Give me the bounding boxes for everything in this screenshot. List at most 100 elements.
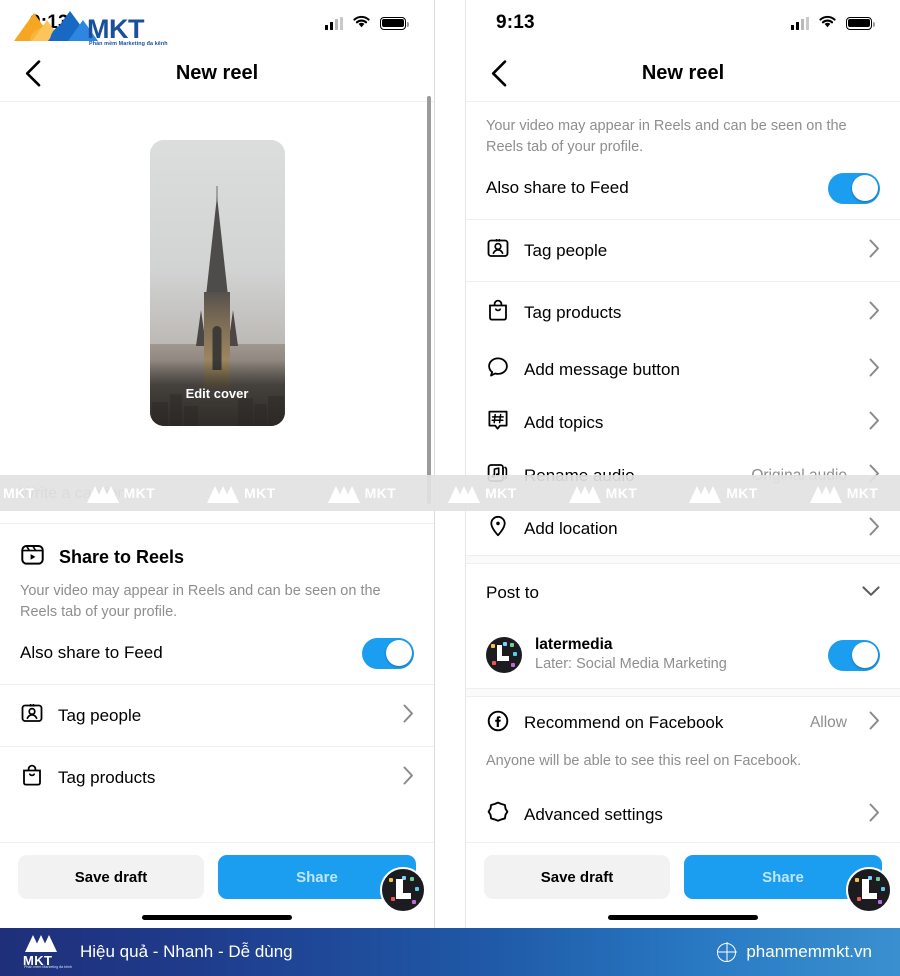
wifi-icon <box>352 14 371 33</box>
home-indicator <box>142 915 292 920</box>
hashtag-icon <box>486 408 510 437</box>
account-row-latermedia[interactable]: latermedia Later: Social Media Marketing <box>466 622 900 688</box>
panel-divider <box>434 0 466 928</box>
tag-products-icon <box>486 298 510 327</box>
list-item-rename-audio[interactable]: Rename audio Original audio <box>466 449 900 502</box>
status-time: 9:13 <box>496 12 535 33</box>
page-title: New reel <box>641 62 725 84</box>
brand-footer-right[interactable]: phanmemmkt.vn <box>717 942 872 962</box>
video-thumbnail[interactable]: Edit cover <box>149 140 285 426</box>
chevron-left-icon <box>25 60 41 87</box>
status-icons <box>325 14 409 33</box>
list-item-tag-people[interactable]: Tag people <box>466 219 900 281</box>
status-icons <box>791 14 875 33</box>
battery-icon <box>846 16 875 30</box>
list-item-label: Add location <box>524 518 618 538</box>
list-item-recommend-on-facebook[interactable]: Recommend on Facebook Allow <box>466 697 900 749</box>
list-item-label: Tag products <box>58 767 156 787</box>
list-item-value: Original audio <box>751 466 847 484</box>
share-button-label: Share <box>296 868 338 886</box>
left-action-bar: Save draft Share <box>0 842 434 928</box>
chevron-right-icon <box>403 766 414 790</box>
share-button[interactable]: Share <box>218 855 426 913</box>
also-share-to-feed-label: Also share to Feed <box>20 643 163 663</box>
brand-slogan: Hiệu quả - Nhanh - Dễ dùng <box>80 942 293 961</box>
wifi-icon <box>818 14 837 33</box>
also-share-to-feed-row[interactable]: Also share to Feed <box>466 157 900 219</box>
list-item-tag-products[interactable]: Tag products <box>466 281 900 343</box>
account-subtitle: Later: Social Media Marketing <box>535 656 727 673</box>
back-button[interactable] <box>478 53 520 95</box>
battery-icon <box>380 16 409 30</box>
list-item-label: Add message button <box>524 359 680 379</box>
reels-icon <box>20 542 45 572</box>
music-note-icon <box>486 461 510 490</box>
list-item-label: Recommend on Facebook <box>524 713 724 733</box>
share-button[interactable]: Share <box>684 855 892 913</box>
list-item-tag-people[interactable]: Tag people <box>0 684 434 746</box>
video-preview-area: Edit cover <box>0 102 434 464</box>
page-title: New reel <box>175 62 259 84</box>
chevron-right-icon <box>869 803 880 827</box>
account-toggle[interactable] <box>828 639 880 671</box>
share-to-reels-description: Your video may appear in Reels and can b… <box>20 583 381 620</box>
also-share-to-feed-label: Also share to Feed <box>486 178 629 198</box>
chevron-right-icon <box>403 704 414 728</box>
right-phone-panel: 9:13 New reel Your video may appear in R… <box>466 0 900 928</box>
chevron-right-icon <box>869 301 880 325</box>
section-separator <box>466 555 900 565</box>
chevron-right-icon <box>869 239 880 263</box>
chevron-right-icon <box>869 517 880 541</box>
section-separator <box>466 688 900 698</box>
brand-footer-bar: MKT Phần mềm Marketing đa kênh Hiệu quả … <box>0 928 900 976</box>
chevron-right-icon <box>869 411 880 435</box>
list-item-add-location[interactable]: Add location <box>466 502 900 555</box>
left-phone-panel: 9:13 New reel Edit cover Write a caption… <box>0 0 434 928</box>
mkt-brand-logo: MKT Phần mềm Marketing đa kênh <box>12 8 168 50</box>
also-share-to-feed-toggle[interactable] <box>828 172 880 204</box>
brand-website: phanmemmkt.vn <box>746 942 872 961</box>
list-item-label: Advanced settings <box>524 804 663 824</box>
home-indicator <box>608 915 758 920</box>
left-nav-bar: New reel <box>0 46 434 102</box>
scrollbar[interactable] <box>427 96 431 504</box>
later-avatar-icon <box>846 867 892 913</box>
post-to-title: Post to <box>486 583 539 603</box>
mkt-footer-logo-icon: MKT Phần mềm Marketing đa kênh <box>22 933 72 971</box>
list-item-value: Allow <box>809 714 847 732</box>
also-share-to-feed-row[interactable]: Also share to Feed <box>0 622 434 684</box>
chevron-left-icon <box>491 60 507 87</box>
signal-icon <box>325 16 343 30</box>
caption-input[interactable]: Write a caption... <box>0 464 434 524</box>
facebook-description: Anyone will be able to see this reel on … <box>486 753 802 770</box>
brand-footer-left: MKT Phần mềm Marketing đa kênh Hiệu quả … <box>22 933 293 971</box>
tag-products-icon <box>20 763 44 792</box>
right-action-bar: Save draft Share <box>466 842 900 928</box>
also-share-to-feed-toggle[interactable] <box>362 637 414 669</box>
account-name: latermedia <box>535 636 613 654</box>
save-draft-button[interactable]: Save draft <box>18 855 204 899</box>
list-item-add-message-button[interactable]: Add message button <box>466 343 900 396</box>
signal-icon <box>791 16 809 30</box>
right-nav-bar: New reel <box>466 46 900 102</box>
list-item-label: Tag people <box>58 705 142 725</box>
tag-people-icon <box>20 701 44 730</box>
list-item-add-topics[interactable]: Add topics <box>466 396 900 449</box>
right-status-bar: 9:13 <box>466 0 900 46</box>
chevron-right-icon <box>869 358 880 382</box>
facebook-icon <box>486 709 510 738</box>
later-avatar-icon <box>486 637 522 674</box>
save-draft-button[interactable]: Save draft <box>484 855 670 899</box>
list-item-label: Add topics <box>524 412 604 432</box>
screenshot-root: 9:13 New reel Edit cover Write a caption… <box>0 0 900 976</box>
back-button[interactable] <box>12 53 54 95</box>
list-item-advanced-settings[interactable]: Advanced settings <box>466 784 900 846</box>
list-item-tag-products[interactable]: Tag products <box>0 746 434 808</box>
share-to-reels-header: Share to Reels <box>0 524 434 572</box>
list-item-label: Tag people <box>524 240 608 260</box>
chevron-down-icon[interactable] <box>862 584 880 602</box>
account-meta: latermedia Later: Social Media Marketing <box>535 635 815 675</box>
post-to-header[interactable]: Post to <box>466 564 900 622</box>
edit-cover-button[interactable]: Edit cover <box>149 360 285 426</box>
advanced-settings-icon <box>486 800 510 829</box>
